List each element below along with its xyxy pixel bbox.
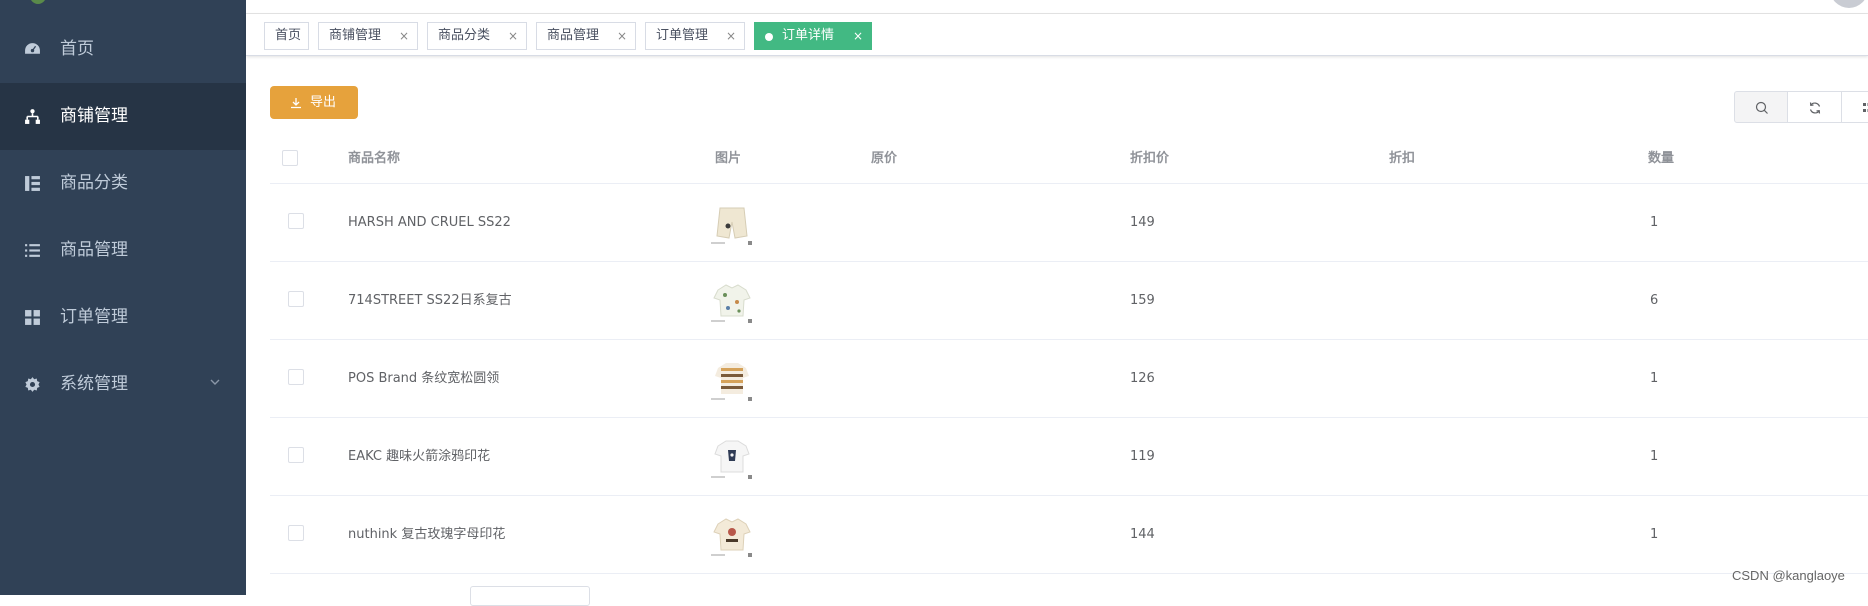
export-button[interactable]: 导出	[270, 86, 358, 119]
table-row[interactable]: EAKC 趣味火箭涂鸦印花 119 1	[270, 418, 1868, 496]
row-checkbox[interactable]	[288, 369, 304, 385]
tab-orders[interactable]: 订单管理 ×	[645, 22, 745, 50]
table-row[interactable]: nuthink 复古玫瑰字母印花 144 1	[270, 496, 1868, 574]
row-checkbox[interactable]	[288, 213, 304, 229]
row-checkbox[interactable]	[288, 447, 304, 463]
discount-price: 126	[1130, 340, 1155, 418]
sidebar-item-label: 商品管理	[60, 239, 128, 261]
tree-icon	[24, 108, 41, 125]
column-header: 折扣价	[1130, 140, 1169, 184]
discount-price: 149	[1130, 184, 1155, 262]
tab-shop[interactable]: 商铺管理 ×	[318, 22, 418, 50]
dashboard-icon	[24, 41, 41, 58]
row-checkbox[interactable]	[288, 525, 304, 541]
watermark: CSDN @kanglaoye	[1732, 568, 1845, 583]
tab-label: 商品分类	[438, 28, 490, 43]
column-header: 商品名称	[348, 140, 400, 184]
close-icon[interactable]: ×	[617, 23, 627, 49]
search-icon	[1755, 101, 1769, 115]
column-header: 图片	[715, 140, 741, 184]
product-name: 714STREET SS22日系复古	[348, 262, 512, 340]
columns-button[interactable]	[1842, 91, 1868, 123]
quantity: 1	[1650, 418, 1658, 496]
product-name: HARSH AND CRUEL SS22	[348, 184, 511, 262]
search-toggle-button[interactable]	[1734, 91, 1788, 123]
tags-view: 首页 商铺管理 × 商品分类 × 商品管理 × 订单管理 × 订单详情 ×	[246, 14, 1868, 56]
quantity: 6	[1650, 262, 1658, 340]
sidebar-item-home[interactable]: 首页	[0, 16, 246, 83]
download-icon	[290, 97, 302, 109]
discount-price: 159	[1130, 262, 1155, 340]
columns-icon	[1862, 101, 1868, 115]
close-icon[interactable]: ×	[726, 23, 736, 49]
tab-label: 订单管理	[656, 28, 708, 43]
sidebar-item-label: 商铺管理	[60, 105, 128, 127]
sidebar-item-label: 首页	[60, 38, 94, 60]
table-header: 商品名称 图片 原价 折扣价 折扣 数量	[270, 140, 1868, 184]
table-row[interactable]: POS Brand 条纹宽松圆领 126 1	[270, 340, 1868, 418]
gear-icon	[24, 376, 41, 393]
right-toolbar	[1734, 91, 1868, 123]
product-name: EAKC 趣味火箭涂鸦印花	[348, 418, 490, 496]
tab-label: 首页	[275, 28, 301, 43]
category-icon	[24, 175, 41, 192]
close-icon[interactable]: ×	[508, 23, 518, 49]
refresh-button[interactable]	[1788, 91, 1842, 123]
column-header: 原价	[871, 140, 897, 184]
active-dot-icon	[765, 33, 773, 41]
pagination[interactable]	[470, 586, 590, 606]
tab-category[interactable]: 商品分类 ×	[427, 22, 527, 50]
product-name: nuthink 复古玫瑰字母印花	[348, 496, 505, 574]
sidebar-item-system[interactable]: 系统管理	[0, 351, 246, 418]
sidebar-item-label: 订单管理	[60, 306, 128, 328]
sidebar-item-orders[interactable]: 订单管理	[0, 284, 246, 351]
tab-label: 商品管理	[547, 28, 599, 43]
grid-icon	[24, 309, 41, 326]
product-image	[708, 278, 756, 326]
tab-label: 商铺管理	[329, 28, 381, 43]
tab-home[interactable]: 首页	[264, 22, 309, 50]
logo	[30, 0, 46, 4]
tab-products[interactable]: 商品管理 ×	[536, 22, 636, 50]
chevron-down-icon	[208, 375, 222, 389]
product-image	[708, 356, 756, 404]
sidebar-item-products[interactable]: 商品管理	[0, 217, 246, 284]
close-icon[interactable]: ×	[399, 23, 409, 49]
export-label: 导出	[310, 86, 336, 119]
discount-price: 144	[1130, 496, 1155, 574]
product-image	[708, 434, 756, 482]
refresh-icon	[1808, 101, 1822, 115]
tab-order-detail[interactable]: 订单详情 ×	[754, 22, 872, 50]
product-image	[708, 512, 756, 560]
discount-price: 119	[1130, 418, 1155, 496]
tab-label: 订单详情	[782, 28, 834, 43]
column-header: 折扣	[1389, 140, 1415, 184]
quantity: 1	[1650, 496, 1658, 574]
select-all-checkbox[interactable]	[282, 150, 298, 166]
sidebar: 首页 商铺管理 商品分类 商品管理	[0, 0, 246, 595]
product-name: POS Brand 条纹宽松圆领	[348, 340, 499, 418]
close-icon[interactable]: ×	[853, 23, 863, 49]
table-row[interactable]: HARSH AND CRUEL SS22 149 1	[270, 184, 1868, 262]
quantity: 1	[1650, 184, 1658, 262]
product-image	[708, 200, 756, 248]
table-row[interactable]: 714STREET SS22日系复古 159 6	[270, 262, 1868, 340]
sidebar-item-label: 系统管理	[60, 373, 128, 395]
row-checkbox[interactable]	[288, 291, 304, 307]
list-icon	[24, 242, 41, 259]
navbar	[246, 0, 1868, 14]
sidebar-item-category[interactable]: 商品分类	[0, 150, 246, 217]
sidebar-item-label: 商品分类	[60, 172, 128, 194]
sidebar-item-shop[interactable]: 商铺管理	[0, 83, 246, 150]
quantity: 1	[1650, 340, 1658, 418]
column-header: 数量	[1648, 140, 1674, 184]
